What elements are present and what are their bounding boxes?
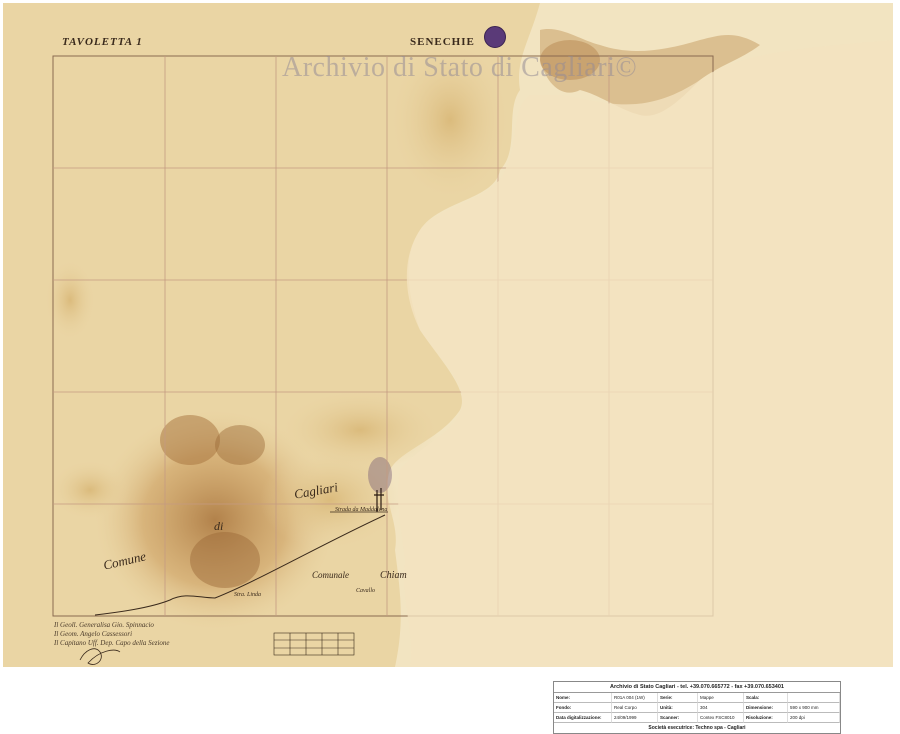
info-value: R01A 004 (1W)	[612, 693, 658, 703]
sheet-label: TAVOLETTA 1	[62, 36, 143, 48]
info-key: Unità:	[658, 703, 698, 713]
place-label-di: di	[214, 519, 224, 533]
signature-line: Il Geom. Angelo Cassessori	[54, 630, 133, 638]
stain	[50, 460, 130, 520]
stain	[215, 425, 265, 465]
road-label-upper: Strada da Maddalena	[335, 507, 388, 513]
stain	[160, 415, 220, 465]
info-value: Real Corpo	[612, 703, 658, 713]
region-label: SENECHIE	[410, 36, 475, 48]
archive-info-grid: Nome: R01A 004 (1W) Serie: Mappe Scala: Fondo…	[554, 693, 840, 723]
archive-info-footer: Società esecutrice: Techno spa - Cagliar…	[648, 725, 746, 731]
info-key: Fondo:	[554, 703, 612, 713]
info-key: Scanner:	[658, 713, 698, 723]
place-label-small: Cavallo	[356, 588, 375, 594]
info-value	[788, 693, 840, 703]
info-value: 24/09/1999	[612, 713, 658, 723]
road-label-lower: Stra. Linda	[234, 592, 262, 598]
map-sheet	[3, 3, 893, 667]
archive-seal-icon	[484, 26, 506, 48]
archive-info-title: Archivio di Stato Cagliari - tel. +39.07…	[554, 682, 840, 693]
info-value: 200 dpi	[788, 713, 840, 723]
place-label-chiam: Chiam	[380, 570, 407, 581]
signature-line: Il Geoll. Generalisa Gio. Spinnacio	[54, 621, 154, 629]
place-label-comunale: Comunale	[312, 570, 349, 580]
stain	[190, 532, 260, 588]
info-value: 304	[698, 703, 744, 713]
info-value: Contex FSC8010	[698, 713, 744, 723]
info-key: Scala:	[744, 693, 788, 703]
info-value: Mappe	[698, 693, 744, 703]
info-key: Serie:	[658, 693, 698, 703]
signature-line: Il Capitano Uff. Dep. Capo della Sezione	[54, 639, 170, 647]
info-key: Data digitalizzazione:	[554, 713, 612, 723]
info-key: Nome:	[554, 693, 612, 703]
watermark: Archivio di Stato di Cagliari©	[282, 52, 638, 83]
archive-info-table: Archivio di Stato Cagliari - tel. +39.07…	[553, 681, 841, 734]
info-key: Dimensione:	[744, 703, 788, 713]
info-value: 590 x 900 mm	[788, 703, 840, 713]
stain	[368, 457, 392, 493]
info-key: Risoluzione:	[744, 713, 788, 723]
